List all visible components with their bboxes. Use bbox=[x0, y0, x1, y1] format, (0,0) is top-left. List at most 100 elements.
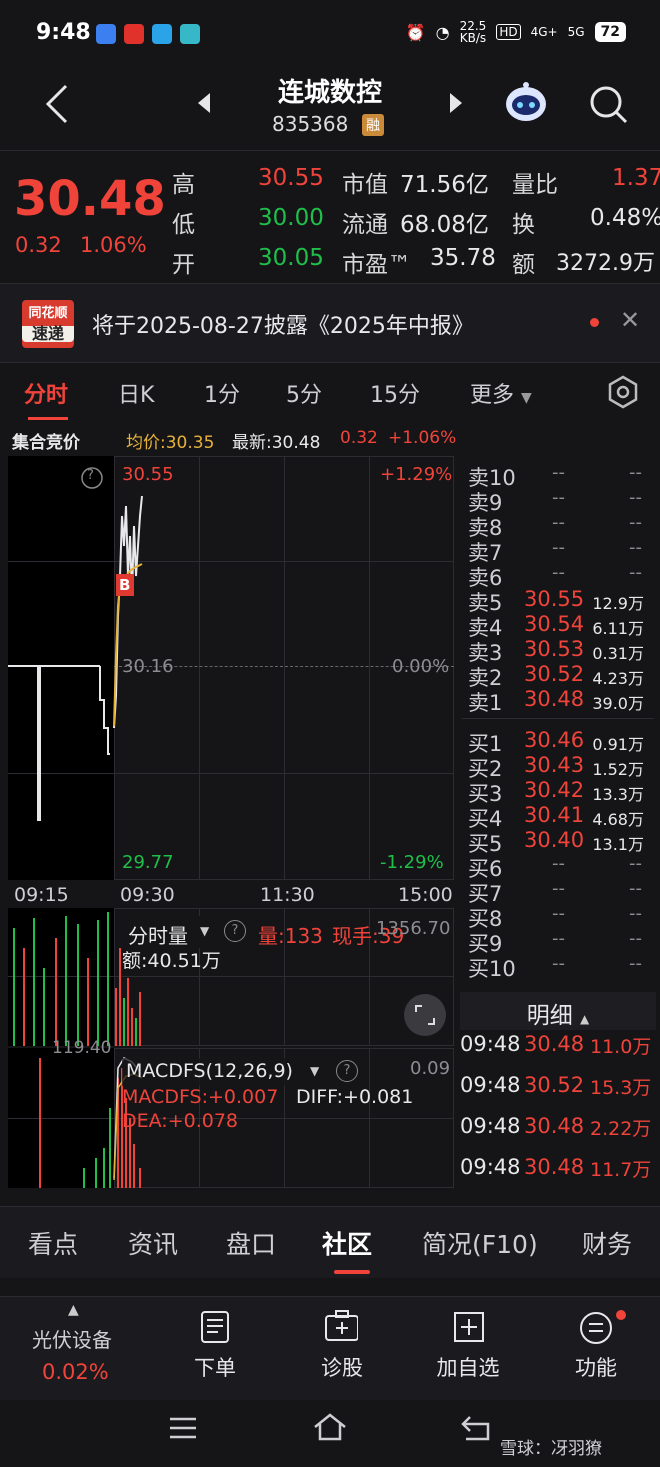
order-book-row[interactable]: 买2 30.43 1.52万 bbox=[462, 753, 654, 781]
announcement-banner[interactable]: 同花顺 速递 将于2025-08-27披露《2025年中报》 bbox=[0, 283, 660, 363]
app-notification-icon bbox=[96, 24, 116, 44]
order-price: -- bbox=[552, 953, 565, 974]
active-tab-indicator bbox=[334, 1270, 370, 1274]
net-speed-unit: KB/s bbox=[459, 31, 487, 45]
order-volume: 4.68万 bbox=[592, 810, 644, 829]
pct-axis-top: +1.29% bbox=[380, 464, 453, 485]
tab-daily-k[interactable]: 日K bbox=[118, 377, 154, 409]
help-icon[interactable]: ? bbox=[87, 468, 94, 483]
order-price: -- bbox=[552, 903, 565, 924]
order-price: 30.54 bbox=[524, 612, 585, 636]
tab-5min[interactable]: 5分 bbox=[286, 377, 322, 409]
next-stock-icon[interactable] bbox=[448, 92, 464, 114]
order-form-icon[interactable] bbox=[198, 1310, 232, 1344]
auction-spike bbox=[37, 666, 41, 821]
signal-5g: 5G bbox=[567, 25, 585, 39]
help-icon[interactable]: ? bbox=[336, 1060, 358, 1082]
price-change: 0.32 bbox=[15, 233, 62, 257]
fullscreen-icon[interactable] bbox=[404, 994, 446, 1036]
home-icon[interactable] bbox=[312, 1412, 348, 1442]
functions-button[interactable]: 功能 bbox=[546, 1352, 646, 1382]
order-book-row[interactable]: 卖3 30.53 0.31万 bbox=[462, 637, 654, 665]
telegram-icon bbox=[152, 24, 172, 44]
order-book-row[interactable]: 卖9 -- -- bbox=[462, 487, 654, 515]
app-notification-icon bbox=[124, 24, 144, 44]
order-book-row[interactable]: 买8 -- -- bbox=[462, 903, 654, 931]
tab-1min[interactable]: 1分 bbox=[204, 377, 240, 409]
order-book-row[interactable]: 卖5 30.55 12.9万 bbox=[462, 587, 654, 615]
add-watchlist-icon[interactable] bbox=[452, 1310, 486, 1344]
order-volume: 39.0万 bbox=[592, 694, 644, 713]
tab-intraday[interactable]: 分时 bbox=[24, 377, 68, 409]
sector-name[interactable]: 光伏设备 bbox=[32, 1324, 112, 1353]
auction-label: 集合竞价 bbox=[12, 433, 80, 453]
help-icon[interactable]: ? bbox=[224, 920, 246, 942]
close-icon[interactable]: ✕ bbox=[620, 306, 640, 334]
functions-icon[interactable] bbox=[578, 1310, 612, 1344]
tab-highlights[interactable]: 看点 bbox=[28, 1225, 78, 1261]
volume-ratio-label: 量比 bbox=[512, 172, 558, 198]
high-label: 高 bbox=[172, 172, 195, 198]
order-book-row[interactable]: 卖4 30.54 6.11万 bbox=[462, 612, 654, 640]
order-book-row[interactable]: 买4 30.41 4.68万 bbox=[462, 803, 654, 831]
order-book-row[interactable]: 卖2 30.52 4.23万 bbox=[462, 662, 654, 690]
order-price: 30.42 bbox=[524, 778, 585, 802]
settings-icon[interactable] bbox=[606, 375, 640, 409]
diagnose-icon[interactable] bbox=[324, 1310, 358, 1344]
macd-axis-max: 0.09 bbox=[410, 1058, 451, 1079]
avg-price: 均价:30.35 bbox=[126, 433, 215, 453]
stock-code: 835368 bbox=[272, 112, 349, 136]
signal-4g: 4G+ bbox=[530, 25, 558, 39]
back-nav-icon[interactable] bbox=[460, 1414, 492, 1442]
turnover-label: 换 bbox=[512, 212, 535, 238]
order-price: 30.52 bbox=[524, 662, 585, 686]
price-axis-top: 30.55 bbox=[122, 464, 174, 485]
order-book-row[interactable]: 卖7 -- -- bbox=[462, 537, 654, 565]
trade-time: 09:48 bbox=[460, 1155, 521, 1179]
order-book-row[interactable]: 卖1 30.48 39.0万 bbox=[462, 687, 654, 715]
hd-badge: HD bbox=[496, 24, 521, 40]
tab-finance[interactable]: 财务 bbox=[582, 1225, 632, 1261]
ai-robot-icon[interactable] bbox=[502, 80, 550, 124]
order-volume: 13.3万 bbox=[592, 785, 644, 804]
order-book-row[interactable]: 买9 -- -- bbox=[462, 928, 654, 956]
volume-selector[interactable]: 分时量 ▼ bbox=[120, 916, 220, 948]
order-button[interactable]: 下单 bbox=[165, 1352, 265, 1382]
tab-order-book[interactable]: 盘口 bbox=[226, 1225, 276, 1261]
macd-selector[interactable]: MACDFS(12,26,9) ▼ bbox=[122, 1058, 328, 1086]
order-book-row[interactable]: 买1 30.46 0.91万 bbox=[462, 728, 654, 756]
order-book-row[interactable]: 卖10 -- -- bbox=[462, 462, 654, 490]
tab-f10[interactable]: 简况(F10) bbox=[422, 1225, 538, 1261]
order-book-row[interactable]: 买10 -- -- bbox=[462, 953, 654, 981]
margin-badge: 融 bbox=[362, 114, 384, 136]
menu-icon[interactable] bbox=[168, 1416, 198, 1440]
order-book-row[interactable]: 卖6 -- -- bbox=[462, 562, 654, 590]
tab-15min[interactable]: 15分 bbox=[370, 377, 420, 409]
volume-ratio-value: 1.37 bbox=[612, 165, 660, 191]
last-price: 30.48 bbox=[14, 171, 166, 227]
caret-up-icon: ▲ bbox=[68, 1302, 79, 1318]
order-book-row[interactable]: 买6 -- -- bbox=[462, 853, 654, 881]
tab-more[interactable]: 更多 ▼ bbox=[470, 377, 532, 409]
diagnose-button[interactable]: 诊股 bbox=[292, 1352, 392, 1382]
order-book-row[interactable]: 买5 30.40 13.1万 bbox=[462, 828, 654, 856]
order-book-row[interactable]: 买7 -- -- bbox=[462, 878, 654, 906]
order-book-row[interactable]: 买3 30.42 13.3万 bbox=[462, 778, 654, 806]
add-watchlist-button[interactable]: 加自选 bbox=[418, 1352, 518, 1382]
tab-community[interactable]: 社区 bbox=[322, 1225, 372, 1261]
order-volume: 0.91万 bbox=[592, 735, 644, 754]
price-change-pct: 1.06% bbox=[80, 233, 147, 257]
order-book-row[interactable]: 卖8 -- -- bbox=[462, 512, 654, 540]
tab-news[interactable]: 资讯 bbox=[128, 1225, 178, 1261]
search-icon[interactable] bbox=[588, 84, 630, 126]
trade-price: 30.48 bbox=[524, 1032, 585, 1056]
speed-gauge-icon: ◔ bbox=[435, 22, 450, 42]
chevron-down-icon: ▼ bbox=[200, 924, 210, 938]
trade-detail-header[interactable]: 明细 ▲ bbox=[460, 992, 656, 1030]
macd-value: MACDFS:+0.007 bbox=[122, 1086, 279, 1108]
time-label: 09:15 bbox=[14, 884, 69, 906]
chevron-up-icon: ▲ bbox=[580, 1012, 590, 1026]
order-price: 30.55 bbox=[524, 587, 585, 611]
auction-step bbox=[99, 666, 110, 755]
float-value: 68.08亿 bbox=[400, 212, 489, 238]
